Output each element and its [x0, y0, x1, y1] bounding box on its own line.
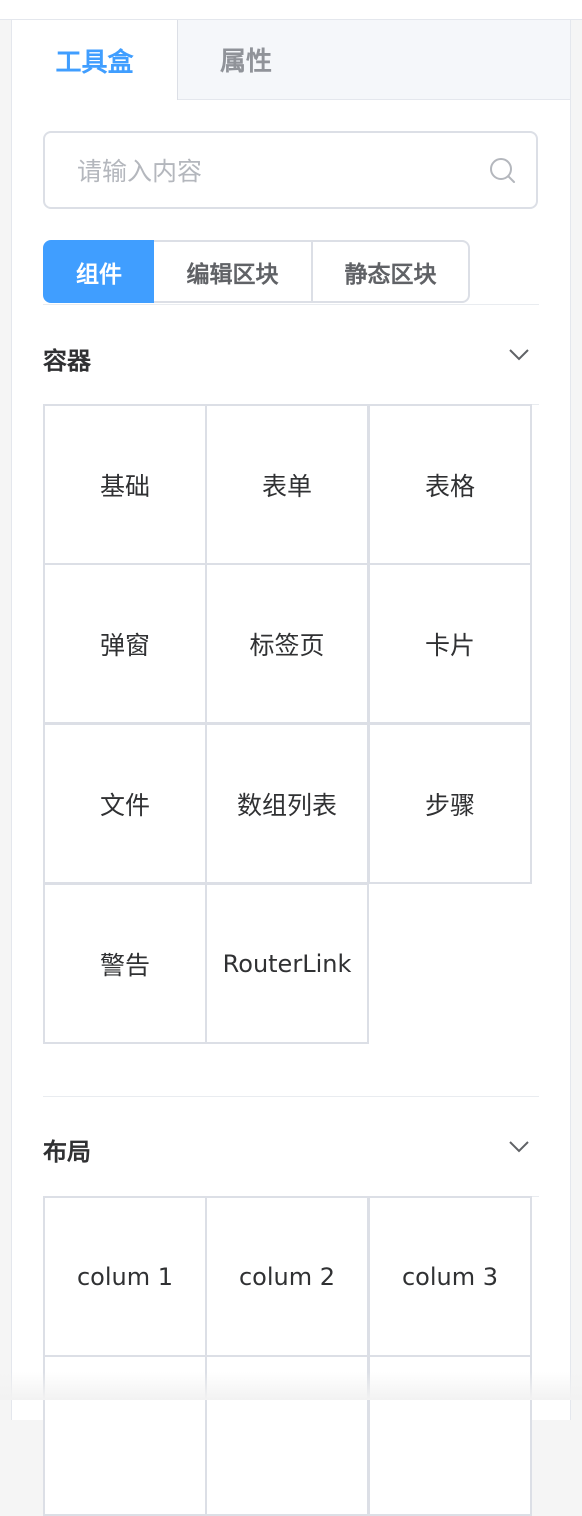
section-title-containers: 容器 — [43, 347, 91, 375]
tab-bar: 工具盒 属性 — [12, 20, 570, 100]
top-bar — [0, 0, 582, 20]
divider — [43, 304, 539, 305]
toolbox-panel: 工具盒 属性 组件 编辑区块 静态区块 容器 基础 表单 表格 弹窗 标签页 卡… — [11, 20, 571, 1516]
component-tabs[interactable]: 标签页 — [205, 563, 369, 724]
search-icon[interactable] — [488, 156, 518, 186]
component-form[interactable]: 表单 — [205, 404, 369, 565]
chevron-down-icon[interactable] — [508, 348, 530, 362]
segment-components[interactable]: 组件 — [43, 240, 155, 303]
component-router-link[interactable]: RouterLink — [205, 883, 369, 1044]
layout-column-1[interactable]: colum 1 — [43, 1196, 207, 1357]
component-alert[interactable]: 警告 — [43, 883, 207, 1044]
tab-toolbox[interactable]: 工具盒 — [12, 20, 178, 100]
segment-edit-blocks[interactable]: 编辑区块 — [154, 240, 313, 303]
component-array-list[interactable]: 数组列表 — [205, 723, 369, 884]
chevron-down-icon[interactable] — [508, 1140, 530, 1154]
divider — [43, 1096, 539, 1097]
layout-column-3[interactable]: colum 3 — [368, 1196, 532, 1357]
component-basic[interactable]: 基础 — [43, 404, 207, 565]
component-card[interactable]: 卡片 — [368, 563, 532, 724]
section-title-layout: 布局 — [43, 1138, 91, 1166]
component-steps[interactable]: 步骤 — [368, 723, 532, 884]
bottom-fade — [0, 1372, 582, 1400]
component-file[interactable]: 文件 — [43, 723, 207, 884]
search-input[interactable] — [75, 133, 479, 209]
tab-properties[interactable]: 属性 — [178, 20, 314, 99]
segment-static-blocks[interactable]: 静态区块 — [311, 240, 470, 303]
layout-column-2[interactable]: colum 2 — [205, 1196, 369, 1357]
component-table[interactable]: 表格 — [368, 404, 532, 565]
search-box — [43, 131, 538, 209]
component-dialog[interactable]: 弹窗 — [43, 563, 207, 724]
